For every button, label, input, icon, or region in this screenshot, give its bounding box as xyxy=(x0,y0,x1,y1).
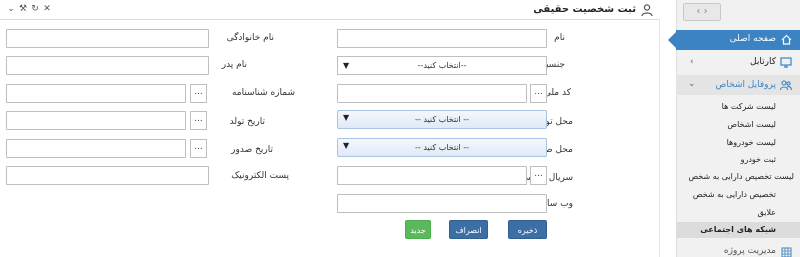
settings-icon[interactable]: ⚒ xyxy=(18,4,28,14)
monitor-icon xyxy=(780,57,792,71)
email-input[interactable] xyxy=(6,166,209,185)
user-icon xyxy=(640,3,654,17)
collapse-icon[interactable]: ⌄ xyxy=(6,4,16,14)
panel-header: ثبت شخصیت حقیقی ⌄ ⚒ ↻ ✕ xyxy=(0,0,660,20)
national-code-label: کد ملی xyxy=(543,88,571,98)
last-name-label: نام خانوادگی xyxy=(226,33,274,43)
father-name-label: نام پدر xyxy=(221,60,247,70)
sidebar-subitem[interactable]: لیست شرکت ها xyxy=(676,99,800,115)
issue-date-label: تاریخ صدور xyxy=(231,145,273,155)
issue-date-picker-button[interactable]: ... xyxy=(190,139,207,158)
father-name-input[interactable] xyxy=(6,56,209,75)
cancel-button[interactable]: انصراف xyxy=(449,220,488,239)
sidebar-item-label: کارتابل xyxy=(750,57,776,67)
sidebar-nav-arrows[interactable]: ‹ › xyxy=(683,3,721,21)
id-number-input[interactable] xyxy=(6,84,186,103)
national-code-lookup-button[interactable]: ... xyxy=(530,84,547,103)
sidebar-item-home[interactable]: صفحه اصلی xyxy=(676,30,800,50)
website-input[interactable] xyxy=(337,194,547,213)
issue-date-input[interactable] xyxy=(6,139,186,158)
first-name-input[interactable] xyxy=(337,29,547,48)
sidebar-item-label: پروفایل اشخاص xyxy=(715,80,776,90)
sidebar-item-label: مدیریت پروژه xyxy=(723,246,776,256)
grid-icon xyxy=(781,247,792,257)
new-button[interactable]: جدید xyxy=(405,220,431,239)
first-name-label: نام xyxy=(554,33,565,43)
gender-select[interactable]: ▼ --انتخاب کنید-- xyxy=(337,56,547,75)
users-icon xyxy=(779,80,793,94)
home-icon xyxy=(781,34,792,48)
sidebar-subitem[interactable]: تخصیص دارایی به شخص xyxy=(676,187,800,203)
sidebar-subitem[interactable]: لیست تخصیص دارایی به شخص xyxy=(676,169,800,185)
form-panel: ثبت شخصیت حقیقی ⌄ ⚒ ↻ ✕ نام نام خانوادگی… xyxy=(0,0,660,257)
sidebar-item-cartable[interactable]: کارتابل ‹ xyxy=(676,52,800,72)
birth-date-label: تاریخ تولد xyxy=(229,117,265,127)
page-title: ثبت شخصیت حقیقی xyxy=(533,4,636,15)
id-number-lookup-button[interactable]: ... xyxy=(190,84,207,103)
chevron-down-icon: ⌄ xyxy=(688,79,696,89)
sidebar-item-label: صفحه اصلی xyxy=(729,34,776,44)
birth-date-picker-button[interactable]: ... xyxy=(190,111,207,130)
close-icon[interactable]: ✕ xyxy=(42,4,52,14)
sidebar-subitem-active[interactable]: شبکه های اجتماعی xyxy=(676,222,800,238)
sidebar-item-person-profile[interactable]: پروفایل اشخاص ⌄ xyxy=(676,75,800,95)
email-label: پست الکترونیک xyxy=(231,171,289,181)
birth-place-select[interactable]: ▼ -- انتخاب کنید -- xyxy=(337,110,547,129)
birth-date-input[interactable] xyxy=(6,111,186,130)
save-button[interactable]: ذخیره xyxy=(508,220,547,239)
last-name-input[interactable] xyxy=(6,29,209,48)
chevron-left-icon: ‹ xyxy=(690,57,694,67)
id-serial-input[interactable] xyxy=(337,166,527,185)
sidebar-subitem[interactable]: لیست اشخاص xyxy=(676,117,800,133)
refresh-icon[interactable]: ↻ xyxy=(30,4,40,14)
sidebar-subitem[interactable]: ثبت خودرو xyxy=(676,152,800,168)
id-serial-lookup-button[interactable]: ... xyxy=(530,166,547,185)
issue-place-select[interactable]: ▼ -- انتخاب کنید -- xyxy=(337,138,547,157)
active-indicator xyxy=(668,32,676,48)
national-code-input[interactable] xyxy=(337,84,527,103)
sidebar-subitem[interactable]: علایق xyxy=(676,205,800,221)
sidebar-item-project-management[interactable]: مدیریت پروژه xyxy=(676,244,800,257)
id-number-label: شماره شناسنامه xyxy=(231,88,295,98)
sidebar-subitem[interactable]: لیست خودروها xyxy=(676,135,800,151)
